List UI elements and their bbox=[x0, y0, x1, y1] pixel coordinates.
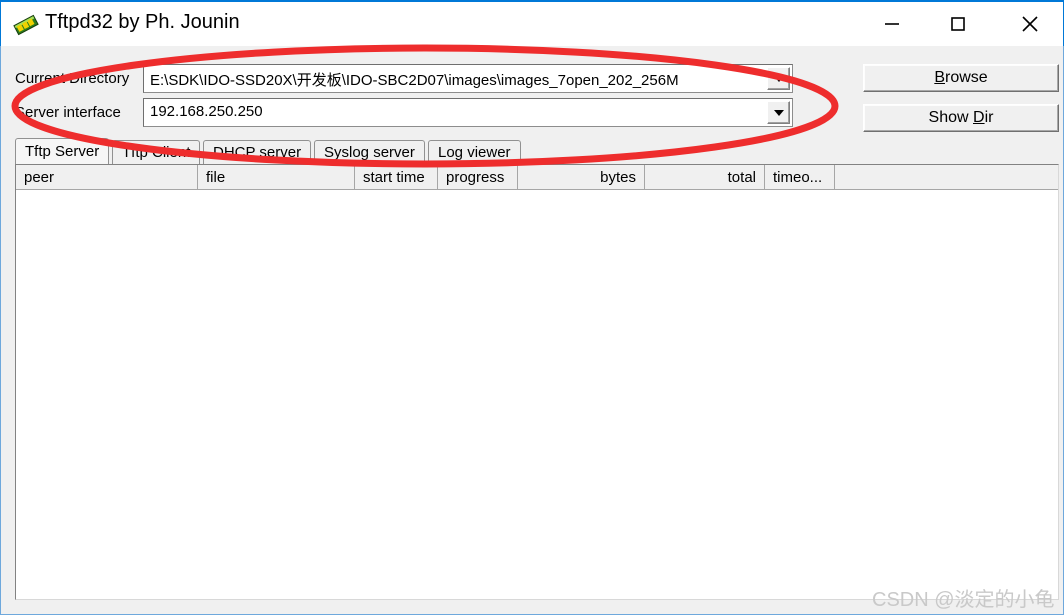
tab-tftp-client[interactable]: Tftp Client bbox=[112, 140, 201, 164]
current-directory-value: E:\SDK\IDO-SSD20X\开发板\IDO-SBC2D07\images… bbox=[150, 72, 679, 89]
column-header-filler bbox=[835, 165, 1058, 190]
browse-button[interactable]: Browse bbox=[863, 64, 1059, 92]
server-interface-combo[interactable]: 192.168.250.250 bbox=[143, 98, 793, 127]
tab-tftp-server[interactable]: Tftp Server bbox=[15, 138, 110, 164]
transfer-list-header: peer file start time progress bytes total time… bbox=[16, 165, 1058, 190]
chevron-down-icon[interactable] bbox=[767, 101, 790, 124]
tftp-app-icon bbox=[13, 13, 39, 37]
title-bar: Tftpd32 by Ph. Jounin bbox=[0, 0, 1064, 46]
minimize-icon[interactable] bbox=[869, 2, 915, 46]
close-icon[interactable] bbox=[1007, 2, 1053, 46]
browse-button-label: Browse bbox=[934, 69, 988, 86]
tab-label: Tftp Server bbox=[25, 143, 100, 160]
tab-label: Log viewer bbox=[438, 144, 511, 161]
tab-log-viewer[interactable]: Log viewer bbox=[428, 140, 521, 164]
maximize-icon[interactable] bbox=[935, 2, 981, 46]
chevron-down-icon[interactable] bbox=[767, 67, 790, 90]
show-dir-button-label: Show Dir bbox=[928, 109, 994, 126]
server-interface-label: Server interface bbox=[15, 104, 121, 121]
tab-label: DHCP server bbox=[213, 144, 302, 161]
current-directory-combo[interactable]: E:\SDK\IDO-SSD20X\开发板\IDO-SBC2D07\images… bbox=[143, 64, 793, 93]
tab-label: Syslog server bbox=[324, 144, 415, 161]
column-header-starttime[interactable]: start time bbox=[355, 165, 438, 190]
transfer-list[interactable]: peer file start time progress bytes total time… bbox=[15, 164, 1059, 600]
column-header-bytes[interactable]: bytes bbox=[518, 165, 645, 190]
window-title: Tftpd32 by Ph. Jounin bbox=[45, 11, 240, 33]
tab-dhcp-server[interactable]: DHCP server bbox=[203, 140, 312, 164]
column-header-progress[interactable]: progress bbox=[438, 165, 518, 190]
show-dir-button[interactable]: Show Dir bbox=[863, 104, 1059, 132]
server-interface-value: 192.168.250.250 bbox=[150, 103, 263, 120]
client-area: Current Directory E:\SDK\IDO-SSD20X\开发板\… bbox=[0, 46, 1064, 615]
tab-syslog-server[interactable]: Syslog server bbox=[314, 140, 425, 164]
csdn-watermark: CSDN @淡定的小龟 bbox=[872, 589, 1055, 611]
column-header-file[interactable]: file bbox=[198, 165, 355, 190]
column-header-peer[interactable]: peer bbox=[16, 165, 198, 190]
tab-strip: Tftp Server Tftp Client DHCP server Syslog … bbox=[15, 138, 1059, 164]
column-header-timeo[interactable]: timeo... bbox=[765, 165, 835, 190]
current-directory-label: Current Directory bbox=[15, 70, 130, 87]
tab-label: Tftp Client bbox=[122, 144, 191, 161]
column-header-total[interactable]: total bbox=[645, 165, 765, 190]
tftpd32-window: Tftpd32 by Ph. Jounin Current Directory … bbox=[0, 0, 1064, 615]
